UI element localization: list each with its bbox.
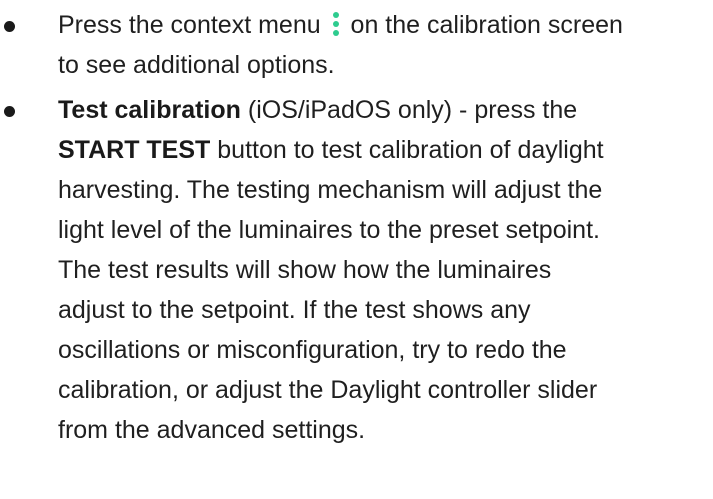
vertical-ellipsis-icon (330, 12, 342, 37)
text-line: from the advanced settings. (58, 416, 366, 444)
start-test-label: START TEST (58, 136, 211, 164)
list-item-context-menu: Press the context menu on the calibratio… (0, 5, 713, 85)
text-line: The test results will show how the lumin… (58, 256, 552, 284)
list-item-test-calibration: Test calibration (iOS/iPadOS only) - pre… (0, 90, 713, 450)
text-line: calibration, or adjust the Daylight cont… (58, 376, 598, 404)
test-calibration-title: Test calibration (58, 96, 241, 124)
text-line: oscillations or misconfiguration, try to… (58, 336, 567, 364)
text-line: Press the context menu on the calibratio… (58, 5, 713, 45)
bullet-dot-icon (4, 21, 15, 32)
bullet-list: Press the context menu on the calibratio… (0, 5, 713, 450)
text-segment: Press the context menu (58, 11, 321, 39)
text-line: Test calibration (iOS/iPadOS only) - pre… (58, 90, 713, 130)
bullet-dot-icon (4, 106, 15, 117)
document-body: Press the context menu on the calibratio… (0, 0, 713, 499)
text-line: to see additional options. (58, 51, 335, 79)
text-segment: (iOS/iPadOS only) - press the (240, 96, 578, 124)
text-segment: on the calibration screen (350, 11, 623, 39)
text-line: START TEST button to test calibration of… (58, 130, 713, 170)
text-line: adjust to the setpoint. If the test show… (58, 296, 531, 324)
text-segment: button to test calibration of daylight (210, 136, 604, 164)
text-line: harvesting. The testing mechanism will a… (58, 176, 603, 204)
text-line: light level of the luminaires to the pre… (58, 216, 600, 244)
